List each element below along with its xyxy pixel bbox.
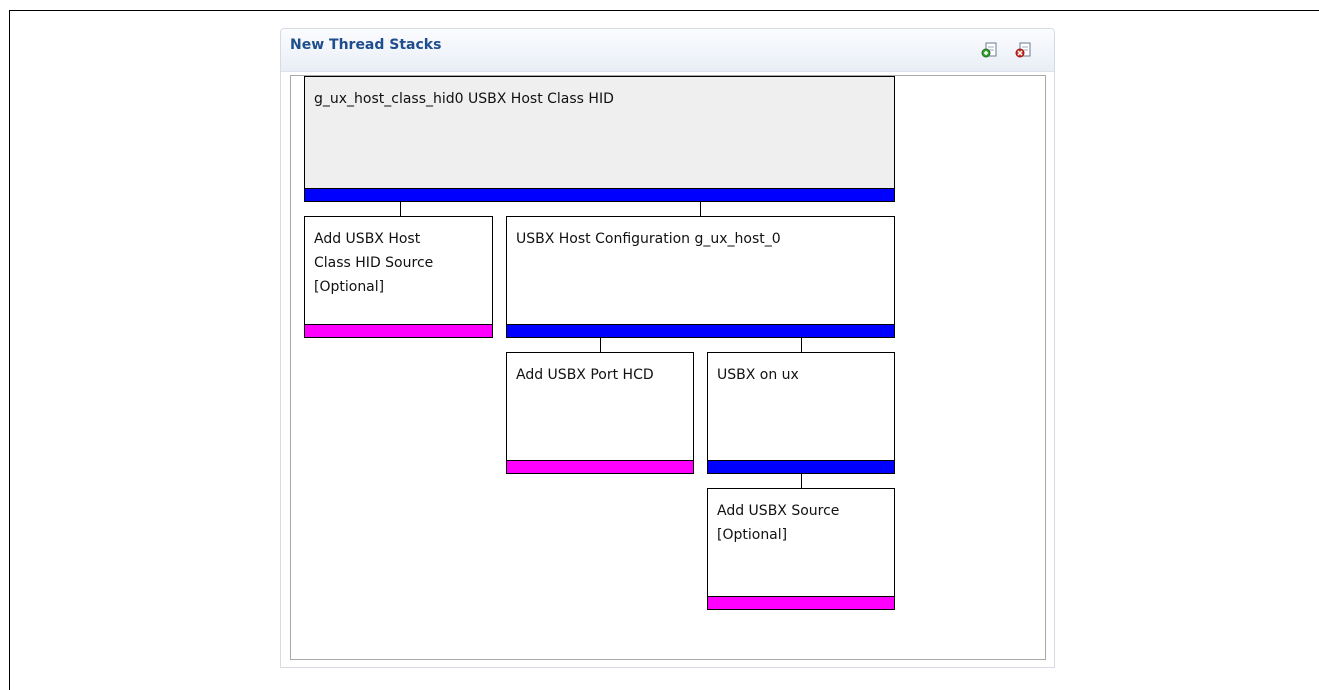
module-status-bar xyxy=(305,324,492,337)
add-stack-button[interactable] xyxy=(981,41,999,59)
module-block-hid[interactable]: g_ux_host_class_hid0 USBX Host Class HID xyxy=(304,76,895,202)
module-label: USBX on ux xyxy=(717,367,799,383)
module-status-bar xyxy=(507,324,894,337)
panel-header: New Thread Stacks xyxy=(281,29,1054,72)
thread-stacks-panel: New Thread Stacks g_ux_host_class_hid0 U… xyxy=(280,28,1055,668)
module-label: Add USBX Port HCD xyxy=(516,367,654,383)
module-label: USBX Host Configuration g_ux_host_0 xyxy=(516,231,781,247)
stack-canvas: g_ux_host_class_hid0 USBX Host Class HID… xyxy=(290,75,1046,660)
add-stack-icon xyxy=(981,42,997,58)
connector-hid-to-config xyxy=(700,202,701,217)
module-label: g_ux_host_class_hid0 USBX Host Class HID xyxy=(314,91,614,107)
module-label: Add USBX Host Class HID Source [Optional… xyxy=(314,231,434,295)
module-status-bar xyxy=(507,460,693,473)
module-status-bar xyxy=(305,188,894,201)
module-block-host-config[interactable]: USBX Host Configuration g_ux_host_0 xyxy=(506,216,895,338)
module-label: Add USBX Source [Optional] xyxy=(717,503,840,543)
module-status-bar xyxy=(708,596,894,609)
module-status-bar xyxy=(708,460,894,473)
connector-config-to-hcd xyxy=(600,338,601,353)
panel-title: New Thread Stacks xyxy=(290,37,442,53)
module-block-usbx-on-ux[interactable]: USBX on ux xyxy=(707,352,895,474)
remove-stack-button[interactable] xyxy=(1015,41,1033,59)
connector-usbx-to-source xyxy=(801,474,802,489)
module-block-port-hcd[interactable]: Add USBX Port HCD xyxy=(506,352,694,474)
remove-stack-icon xyxy=(1015,42,1031,58)
connector-config-to-usbx xyxy=(801,338,802,353)
connector-hid-to-source xyxy=(400,202,401,217)
module-block-hid-source[interactable]: Add USBX Host Class HID Source [Optional… xyxy=(304,216,493,338)
module-block-usbx-source[interactable]: Add USBX Source [Optional] xyxy=(707,488,895,610)
